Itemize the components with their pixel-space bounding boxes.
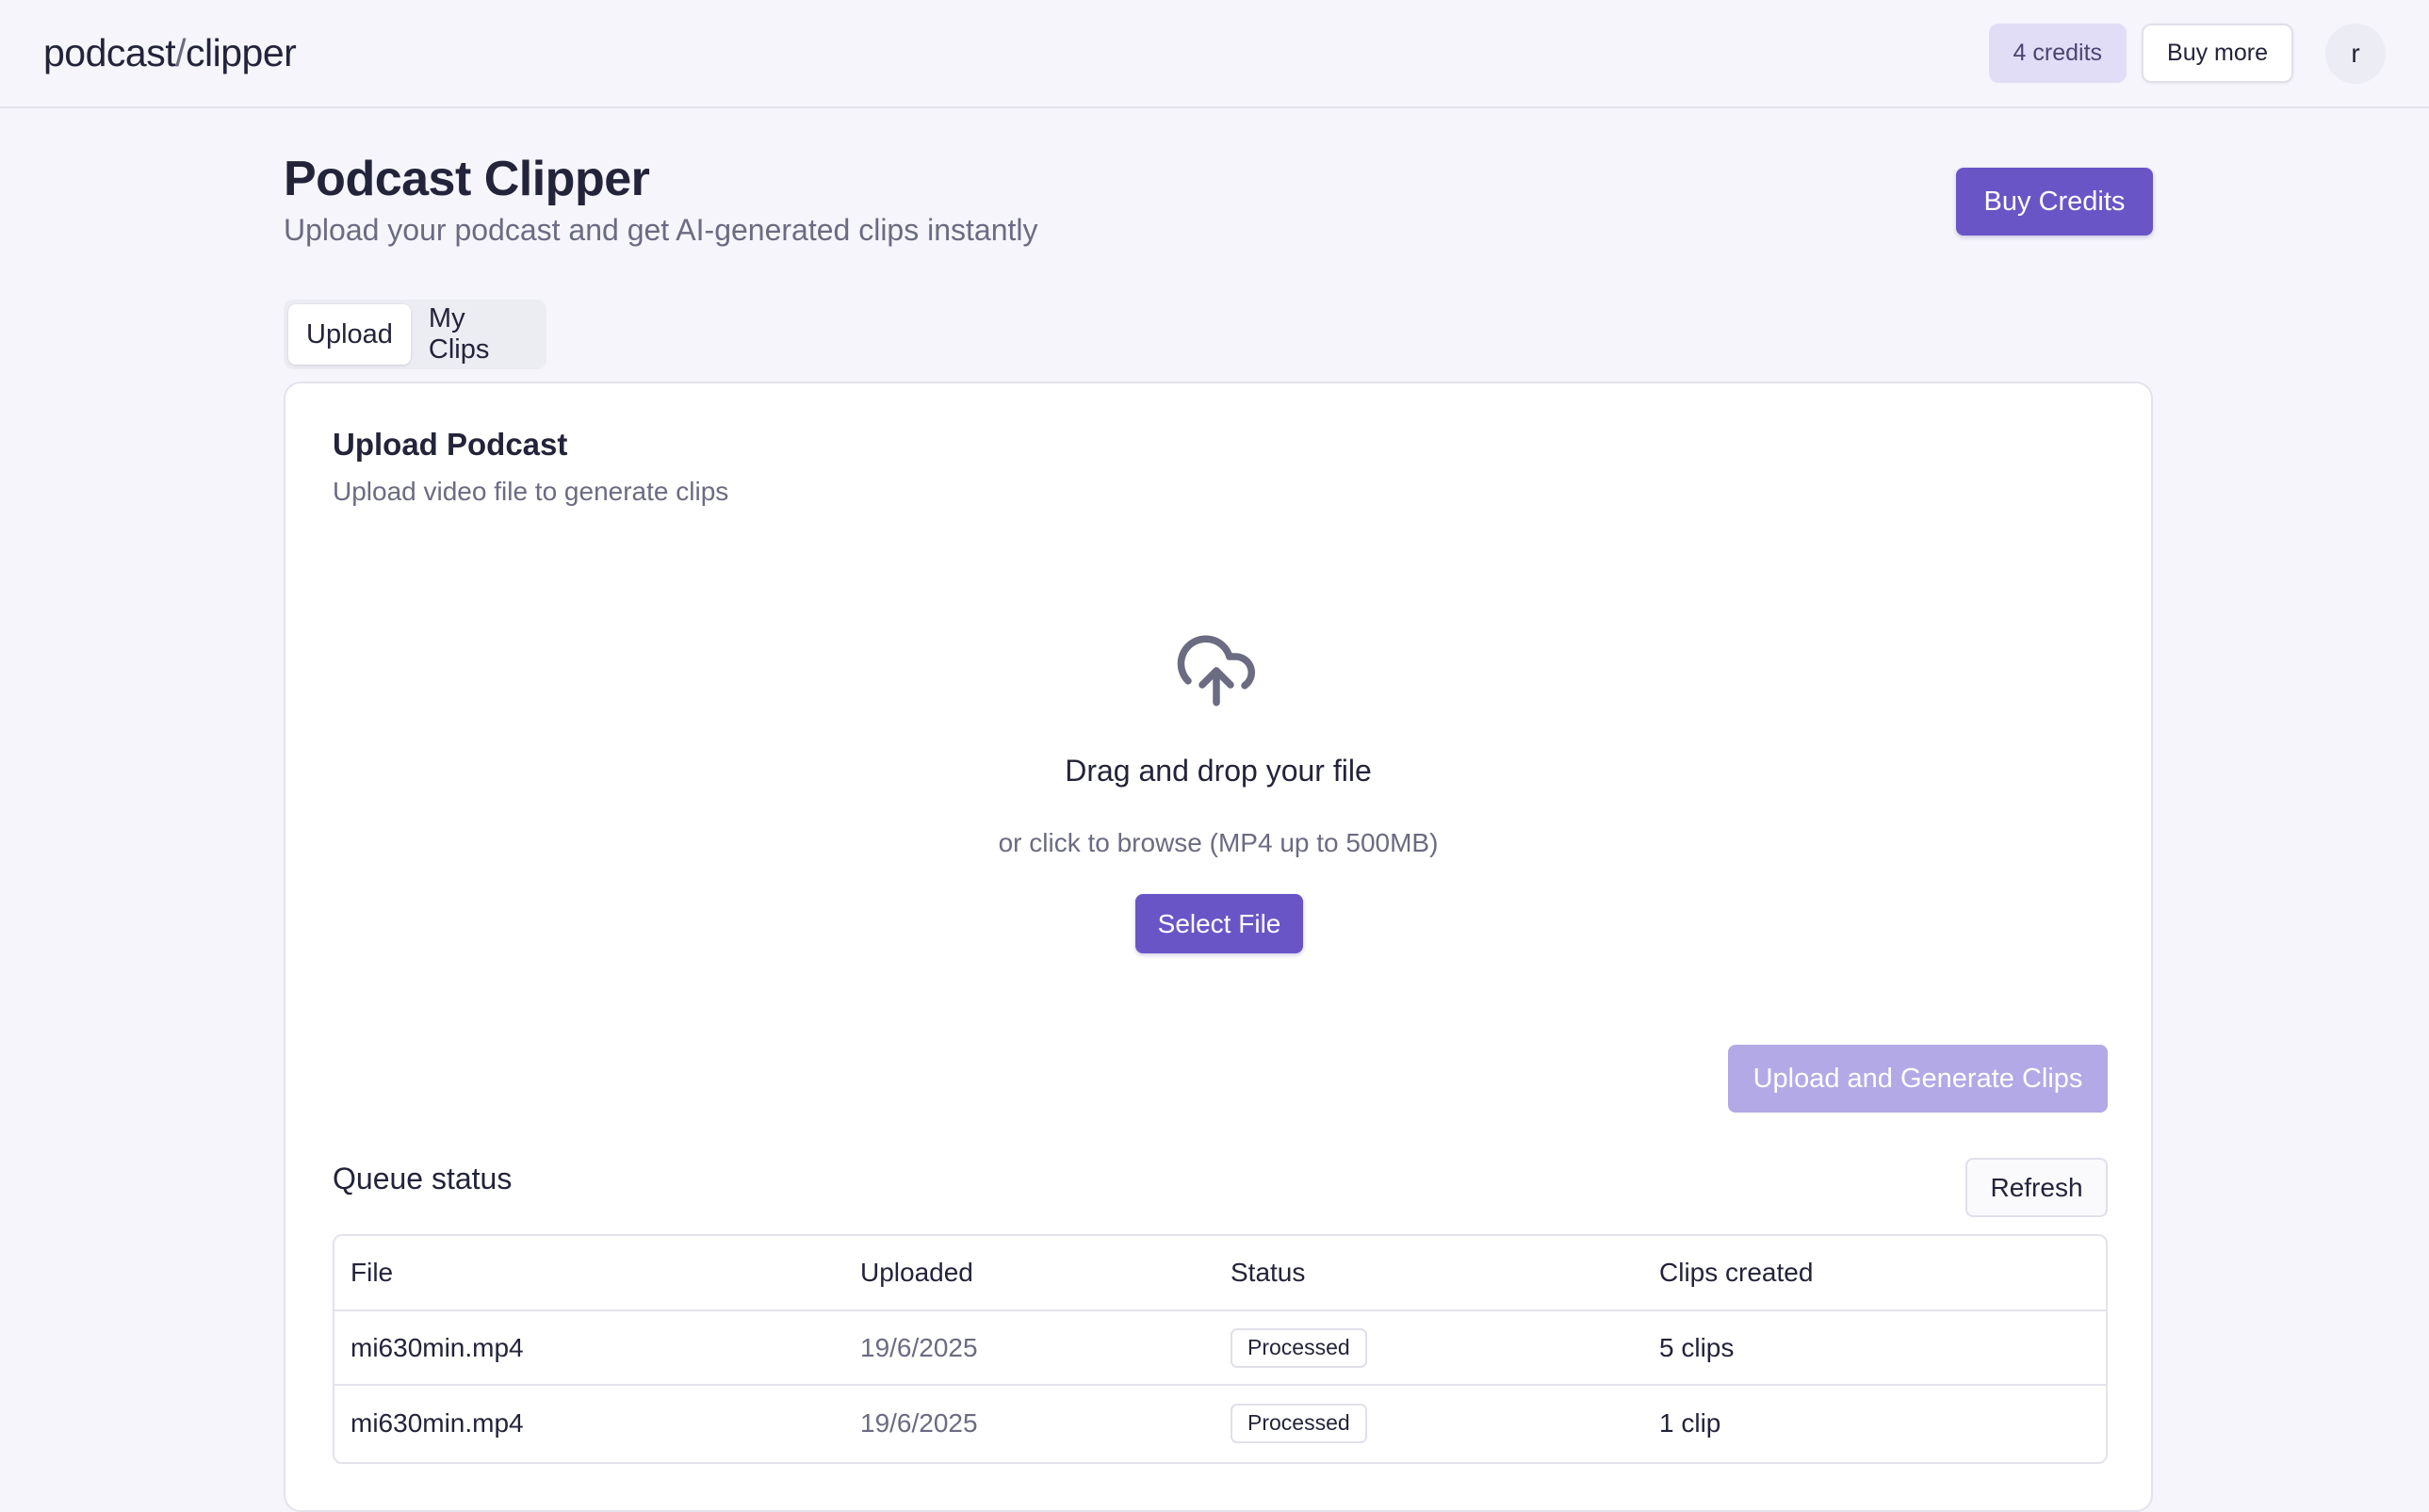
file-name-cell: mi630min.mp4 (350, 1332, 524, 1362)
dropzone-title: Drag and drop your file (1065, 754, 1372, 788)
card-description: Upload video file to generate clips (333, 477, 729, 506)
card-title: Upload Podcast (333, 427, 568, 462)
status-cell: Processed (1231, 1311, 1367, 1384)
clips-created-cell: 1 clip (1659, 1407, 1721, 1438)
table-header-row: File Uploaded Status Clips created (334, 1236, 2106, 1311)
status-badge: Processed (1231, 1327, 1367, 1368)
uploaded-date-cell: 19/6/2025 (860, 1407, 978, 1438)
upload-card: Upload Podcast Upload video file to gene… (284, 382, 2153, 1512)
queue-table: File Uploaded Status Clips created mi630… (333, 1234, 2108, 1464)
brand-part-1: podcast (43, 31, 176, 74)
upload-and-generate-button[interactable]: Upload and Generate Clips (1728, 1045, 2108, 1113)
credits-badge: 4 credits (1988, 24, 2127, 83)
user-avatar[interactable]: r (2325, 23, 2386, 84)
brand-separator: / (175, 31, 187, 74)
file-name-cell: mi630min.mp4 (350, 1407, 524, 1438)
tab-list: Upload My Clips (284, 300, 546, 369)
column-header-file: File (350, 1258, 394, 1287)
buy-credits-button[interactable]: Buy Credits (1956, 168, 2153, 236)
clips-created-cell: 5 clips (1659, 1332, 1735, 1362)
refresh-button[interactable]: Refresh (1965, 1158, 2108, 1217)
tab-my-clips[interactable]: My Clips (411, 303, 542, 365)
brand-part-2: clipper (186, 31, 297, 74)
uploaded-date-cell: 19/6/2025 (860, 1332, 978, 1362)
table-row: mi630min.mp4 19/6/2025 Processed 1 clip (334, 1386, 2106, 1460)
dropzone-hint: or click to browse (MP4 up to 500MB) (998, 828, 1439, 857)
column-header-status: Status (1231, 1258, 1306, 1287)
top-bar-actions: 4 credits Buy more r (1988, 23, 2386, 84)
select-file-button[interactable]: Select File (1135, 894, 1303, 953)
buy-more-button[interactable]: Buy more (2142, 24, 2293, 83)
column-header-clips-created: Clips created (1659, 1258, 1814, 1287)
column-header-uploaded: Uploaded (860, 1258, 973, 1287)
page-title: Podcast Clipper (284, 152, 650, 206)
status-cell: Processed (1231, 1386, 1367, 1460)
table-row: mi630min.mp4 19/6/2025 Processed 5 clips (334, 1311, 2106, 1386)
top-bar: podcast/clipper 4 credits Buy more r (0, 0, 2429, 108)
tab-upload[interactable]: Upload (288, 304, 411, 365)
cloud-upload-icon (1177, 635, 1256, 707)
file-dropzone[interactable]: Drag and drop your file or click to brow… (285, 628, 2151, 967)
brand-logo[interactable]: podcast/clipper (43, 31, 297, 75)
page-subtitle: Upload your podcast and get AI-generated… (284, 213, 1038, 247)
queue-status-title: Queue status (333, 1162, 513, 1195)
status-badge: Processed (1231, 1403, 1367, 1443)
